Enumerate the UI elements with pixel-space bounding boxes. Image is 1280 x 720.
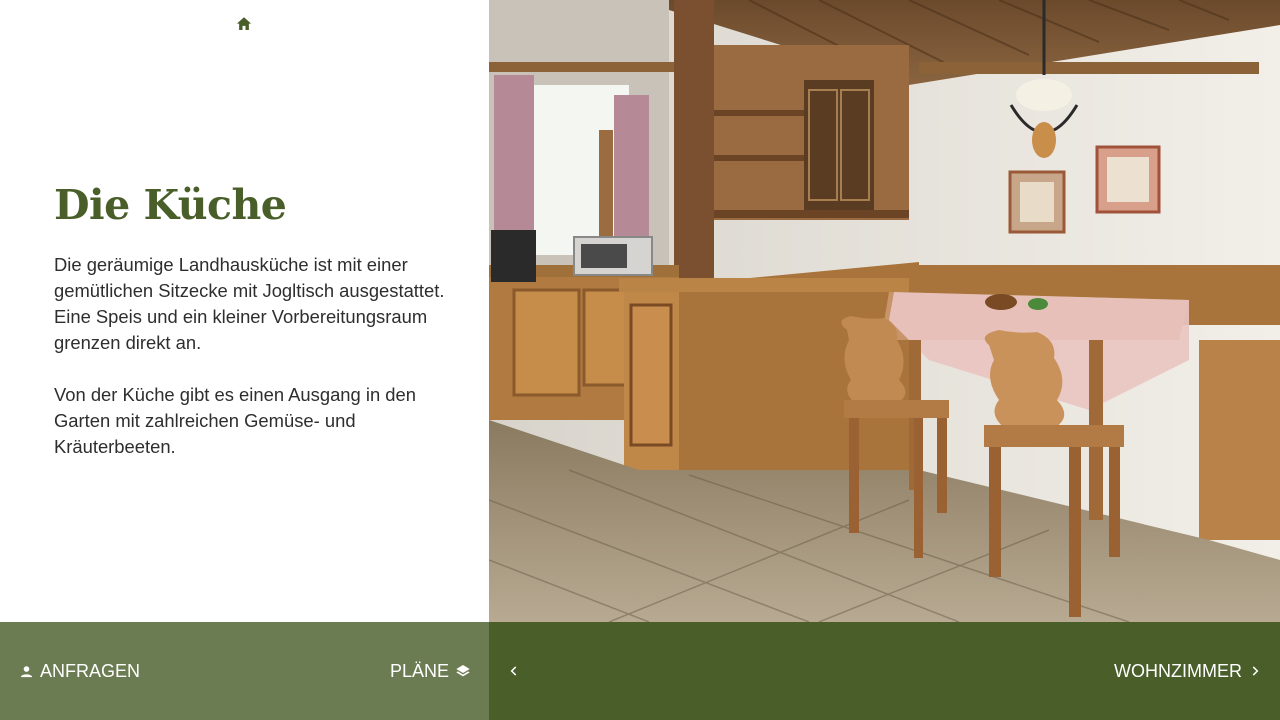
plans-button[interactable]: PLÄNE xyxy=(390,658,471,684)
description-paragraph: Die geräumige Landhausküche ist mit eine… xyxy=(54,254,445,353)
chevron-left-icon xyxy=(507,664,521,678)
previous-room-button[interactable] xyxy=(507,658,527,684)
inquire-label: ANFRAGEN xyxy=(40,660,141,681)
layers-icon xyxy=(455,663,471,679)
description: Die geräumige Landhausküche ist mit eine… xyxy=(54,252,454,486)
chevron-right-icon xyxy=(1248,664,1262,678)
page-title: Die Küche xyxy=(54,181,287,229)
kitchen-photo xyxy=(489,0,1280,622)
next-room-label: WOHNZIMMER xyxy=(1114,660,1242,681)
person-icon xyxy=(19,664,34,679)
footer-right: WOHNZIMMER xyxy=(489,622,1280,720)
plans-label: PLÄNE xyxy=(389,660,449,681)
footer-left: ANFRAGEN PLÄNE xyxy=(0,622,489,720)
next-room-button[interactable]: WOHNZIMMER xyxy=(1114,658,1262,684)
description-paragraph: Von der Küche gibt es einen Ausgang in d… xyxy=(54,384,416,457)
inquire-button[interactable]: ANFRAGEN xyxy=(19,658,140,684)
content-panel: Die Küche Die geräumige Landhausküche is… xyxy=(0,0,489,622)
home-icon[interactable] xyxy=(235,15,253,33)
